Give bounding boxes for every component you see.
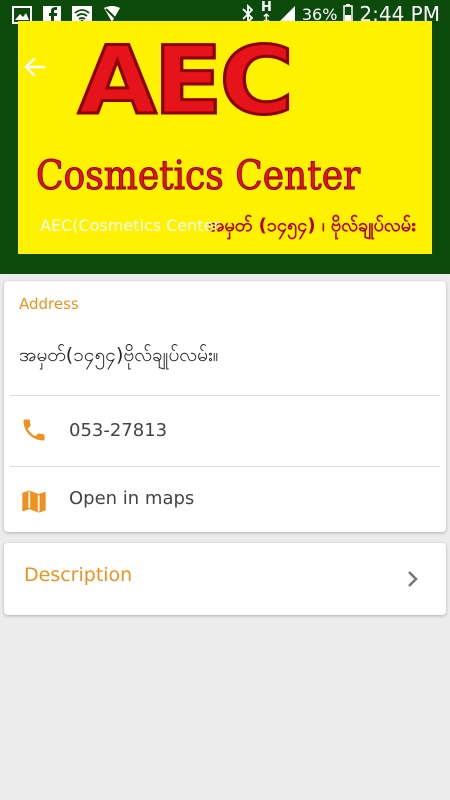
banner-subtitle: Cosmetics Center <box>36 153 361 200</box>
page-title: AEC(Cosmetics Center <box>40 216 220 235</box>
back-arrow-icon[interactable] <box>22 54 48 80</box>
chevron-right-icon <box>408 571 418 587</box>
banner-brand: AEC <box>76 27 295 136</box>
phone-number[interactable]: 053-27813 <box>69 420 167 441</box>
phone-icon[interactable] <box>20 416 48 444</box>
header: H ↕ 36% 2:44 PM AEC Cosmetics Center အမှတ… <box>0 0 450 274</box>
description-card[interactable]: Description <box>4 543 446 615</box>
open-in-maps-link[interactable]: Open in maps <box>69 488 194 509</box>
address-value: အမှတ်(၁၄၅၄)ဗိုလ်ချုပ်လမ်း။ <box>19 344 219 366</box>
divider <box>10 466 440 467</box>
divider <box>10 395 440 396</box>
banner-address: အမှတ် (၁၄၅၄) ၊ ဗိုလ်ချုပ်လမ်း <box>208 215 416 236</box>
map-icon[interactable] <box>20 487 48 515</box>
description-label: Description <box>24 564 133 586</box>
address-label: Address <box>19 295 79 313</box>
info-card: Address အမှတ်(၁၄၅၄)ဗိုလ်ချုပ်လမ်း။ 053-2… <box>4 281 446 532</box>
